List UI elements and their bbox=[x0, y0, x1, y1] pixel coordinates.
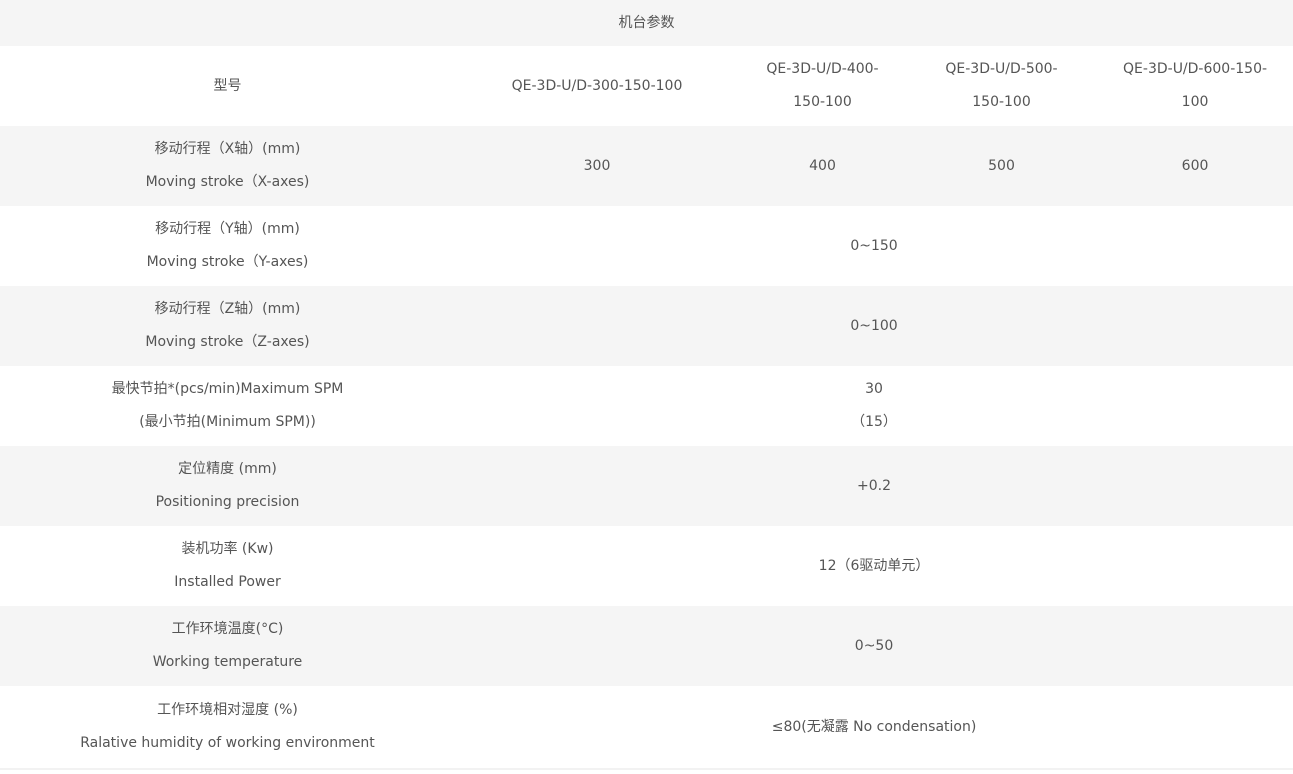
label-en: Moving stroke（X-axes) bbox=[145, 174, 310, 190]
model-name-part: QE-3D-U/D-400- bbox=[766, 61, 879, 77]
machine-parameters-table: 机台参数 型号 QE-3D-U/D-300-150-100 QE-3D-U/D-… bbox=[0, 0, 1293, 768]
label-cn: 移动行程（X轴）(mm) bbox=[154, 141, 301, 157]
model-cell: QE-3D-U/D-300-150-100 bbox=[455, 46, 739, 126]
spm-min-value: （15） bbox=[851, 414, 897, 430]
x-stroke-row: 移动行程（X轴）(mm) Moving stroke（X-axes) 300 4… bbox=[0, 126, 1293, 206]
row-label: 工作环境温度(°C) Working temperature bbox=[0, 606, 455, 686]
label-en: Moving stroke（Z-axes) bbox=[145, 334, 310, 350]
value-cell: 0~100 bbox=[455, 286, 1293, 366]
model-label: 型号 bbox=[213, 77, 242, 94]
label-en: Working temperature bbox=[152, 654, 303, 670]
label-cn: 工作环境相对湿度 (%) bbox=[157, 702, 298, 718]
model-cell: QE-3D-U/D-500- 150-100 bbox=[906, 46, 1097, 126]
value-cell: +0.2 bbox=[455, 446, 1293, 526]
temperature-row: 工作环境温度(°C) Working temperature 0~50 bbox=[0, 606, 1293, 686]
y-stroke-row: 移动行程（Y轴）(mm) Moving stroke（Y-axes) 0~150 bbox=[0, 206, 1293, 286]
model-name: QE-3D-U/D-300-150-100 bbox=[511, 77, 683, 94]
model-name-part: 150-100 bbox=[972, 94, 1031, 110]
label-cn: 移动行程（Y轴）(mm) bbox=[155, 221, 300, 237]
power-row: 装机功率 (Kw) Installed Power 12（6驱动单元） bbox=[0, 526, 1293, 606]
z-stroke-row: 移动行程（Z轴）(mm) Moving stroke（Z-axes) 0~100 bbox=[0, 286, 1293, 366]
table-bottom-divider bbox=[0, 768, 1293, 770]
label-en: Ralative humidity of working environment bbox=[80, 735, 375, 751]
row-label: 最快节拍*(pcs/min)Maximum SPM (最小节拍(Minimum … bbox=[0, 366, 455, 446]
value-cell: ≤80(无凝露 No condensation) bbox=[771, 718, 977, 735]
label-en: Installed Power bbox=[174, 574, 281, 590]
label-en: Positioning precision bbox=[155, 494, 300, 510]
value-cell: 600 bbox=[1097, 126, 1293, 206]
humidity-row: 工作环境相对湿度 (%) Ralative humidity of workin… bbox=[0, 686, 1293, 768]
label-cn: 工作环境温度(°C) bbox=[171, 621, 284, 637]
row-label: 装机功率 (Kw) Installed Power bbox=[0, 526, 455, 606]
value-cell: 400 bbox=[739, 126, 906, 206]
model-cell: QE-3D-U/D-600-150- 100 bbox=[1097, 46, 1293, 126]
label-en: Moving stroke（Y-axes) bbox=[146, 254, 309, 270]
model-name-part: 100 bbox=[1181, 94, 1209, 110]
table-title-row: 机台参数 bbox=[0, 0, 1293, 46]
label-cn: 移动行程（Z轴）(mm) bbox=[154, 301, 301, 317]
spm-value: 30 bbox=[865, 381, 883, 397]
label-cn: 最快节拍*(pcs/min)Maximum SPM bbox=[111, 381, 344, 397]
row-label: 移动行程（Z轴）(mm) Moving stroke（Z-axes) bbox=[0, 286, 455, 366]
model-row: 型号 QE-3D-U/D-300-150-100 QE-3D-U/D-400- … bbox=[0, 46, 1293, 126]
label-cn: 装机功率 (Kw) bbox=[181, 541, 274, 557]
table-title: 机台参数 bbox=[0, 0, 1293, 46]
value-cell: 500 bbox=[906, 126, 1097, 206]
model-name-part: QE-3D-U/D-500- bbox=[945, 61, 1058, 77]
value-cell: 300 bbox=[455, 126, 739, 206]
model-name-part: QE-3D-U/D-600-150- bbox=[1123, 61, 1268, 77]
value-cell: 30 （15） bbox=[455, 366, 1293, 446]
value-cell: 12（6驱动单元） bbox=[818, 557, 930, 574]
value-cell: 0~150 bbox=[850, 237, 898, 254]
row-label: 工作环境相对湿度 (%) Ralative humidity of workin… bbox=[0, 686, 455, 768]
row-label: 移动行程（Y轴）(mm) Moving stroke（Y-axes) bbox=[0, 206, 455, 286]
model-name-part: 150-100 bbox=[793, 94, 852, 110]
value-cell: 0~50 bbox=[455, 606, 1293, 686]
row-label: 移动行程（X轴）(mm) Moving stroke（X-axes) bbox=[0, 126, 455, 206]
model-cell: QE-3D-U/D-400- 150-100 bbox=[739, 46, 906, 126]
label-cn: 定位精度 (mm) bbox=[178, 461, 277, 477]
spm-row: 最快节拍*(pcs/min)Maximum SPM (最小节拍(Minimum … bbox=[0, 366, 1293, 446]
precision-row: 定位精度 (mm) Positioning precision +0.2 bbox=[0, 446, 1293, 526]
label-en: (最小节拍(Minimum SPM)) bbox=[139, 414, 316, 430]
row-label: 定位精度 (mm) Positioning precision bbox=[0, 446, 455, 526]
